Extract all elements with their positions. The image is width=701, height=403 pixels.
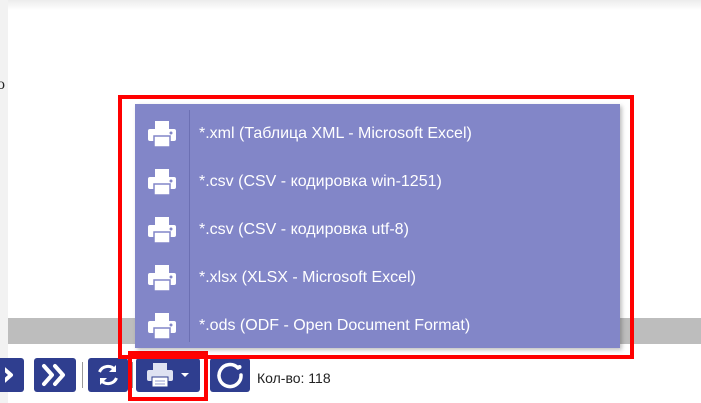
refresh-button[interactable]	[88, 358, 128, 392]
next-page-button[interactable]	[0, 358, 24, 392]
record-count-label: Кол-во: 118	[257, 370, 331, 386]
truncated-text: o	[0, 76, 8, 96]
chevron-right-icon	[5, 367, 13, 383]
toolbar-separator	[82, 362, 83, 388]
pager-toolbar: Кол-во: 118	[0, 356, 701, 396]
left-edge	[0, 0, 8, 403]
double-chevron-right-icon	[42, 364, 65, 386]
top-shade	[0, 0, 701, 10]
truncated-glyph: o	[0, 76, 5, 93]
export-menu-highlight	[118, 95, 634, 359]
refresh-icon	[98, 365, 118, 385]
spinner-icon	[217, 362, 243, 389]
last-page-button[interactable]	[34, 358, 76, 392]
loading-indicator	[210, 358, 250, 392]
